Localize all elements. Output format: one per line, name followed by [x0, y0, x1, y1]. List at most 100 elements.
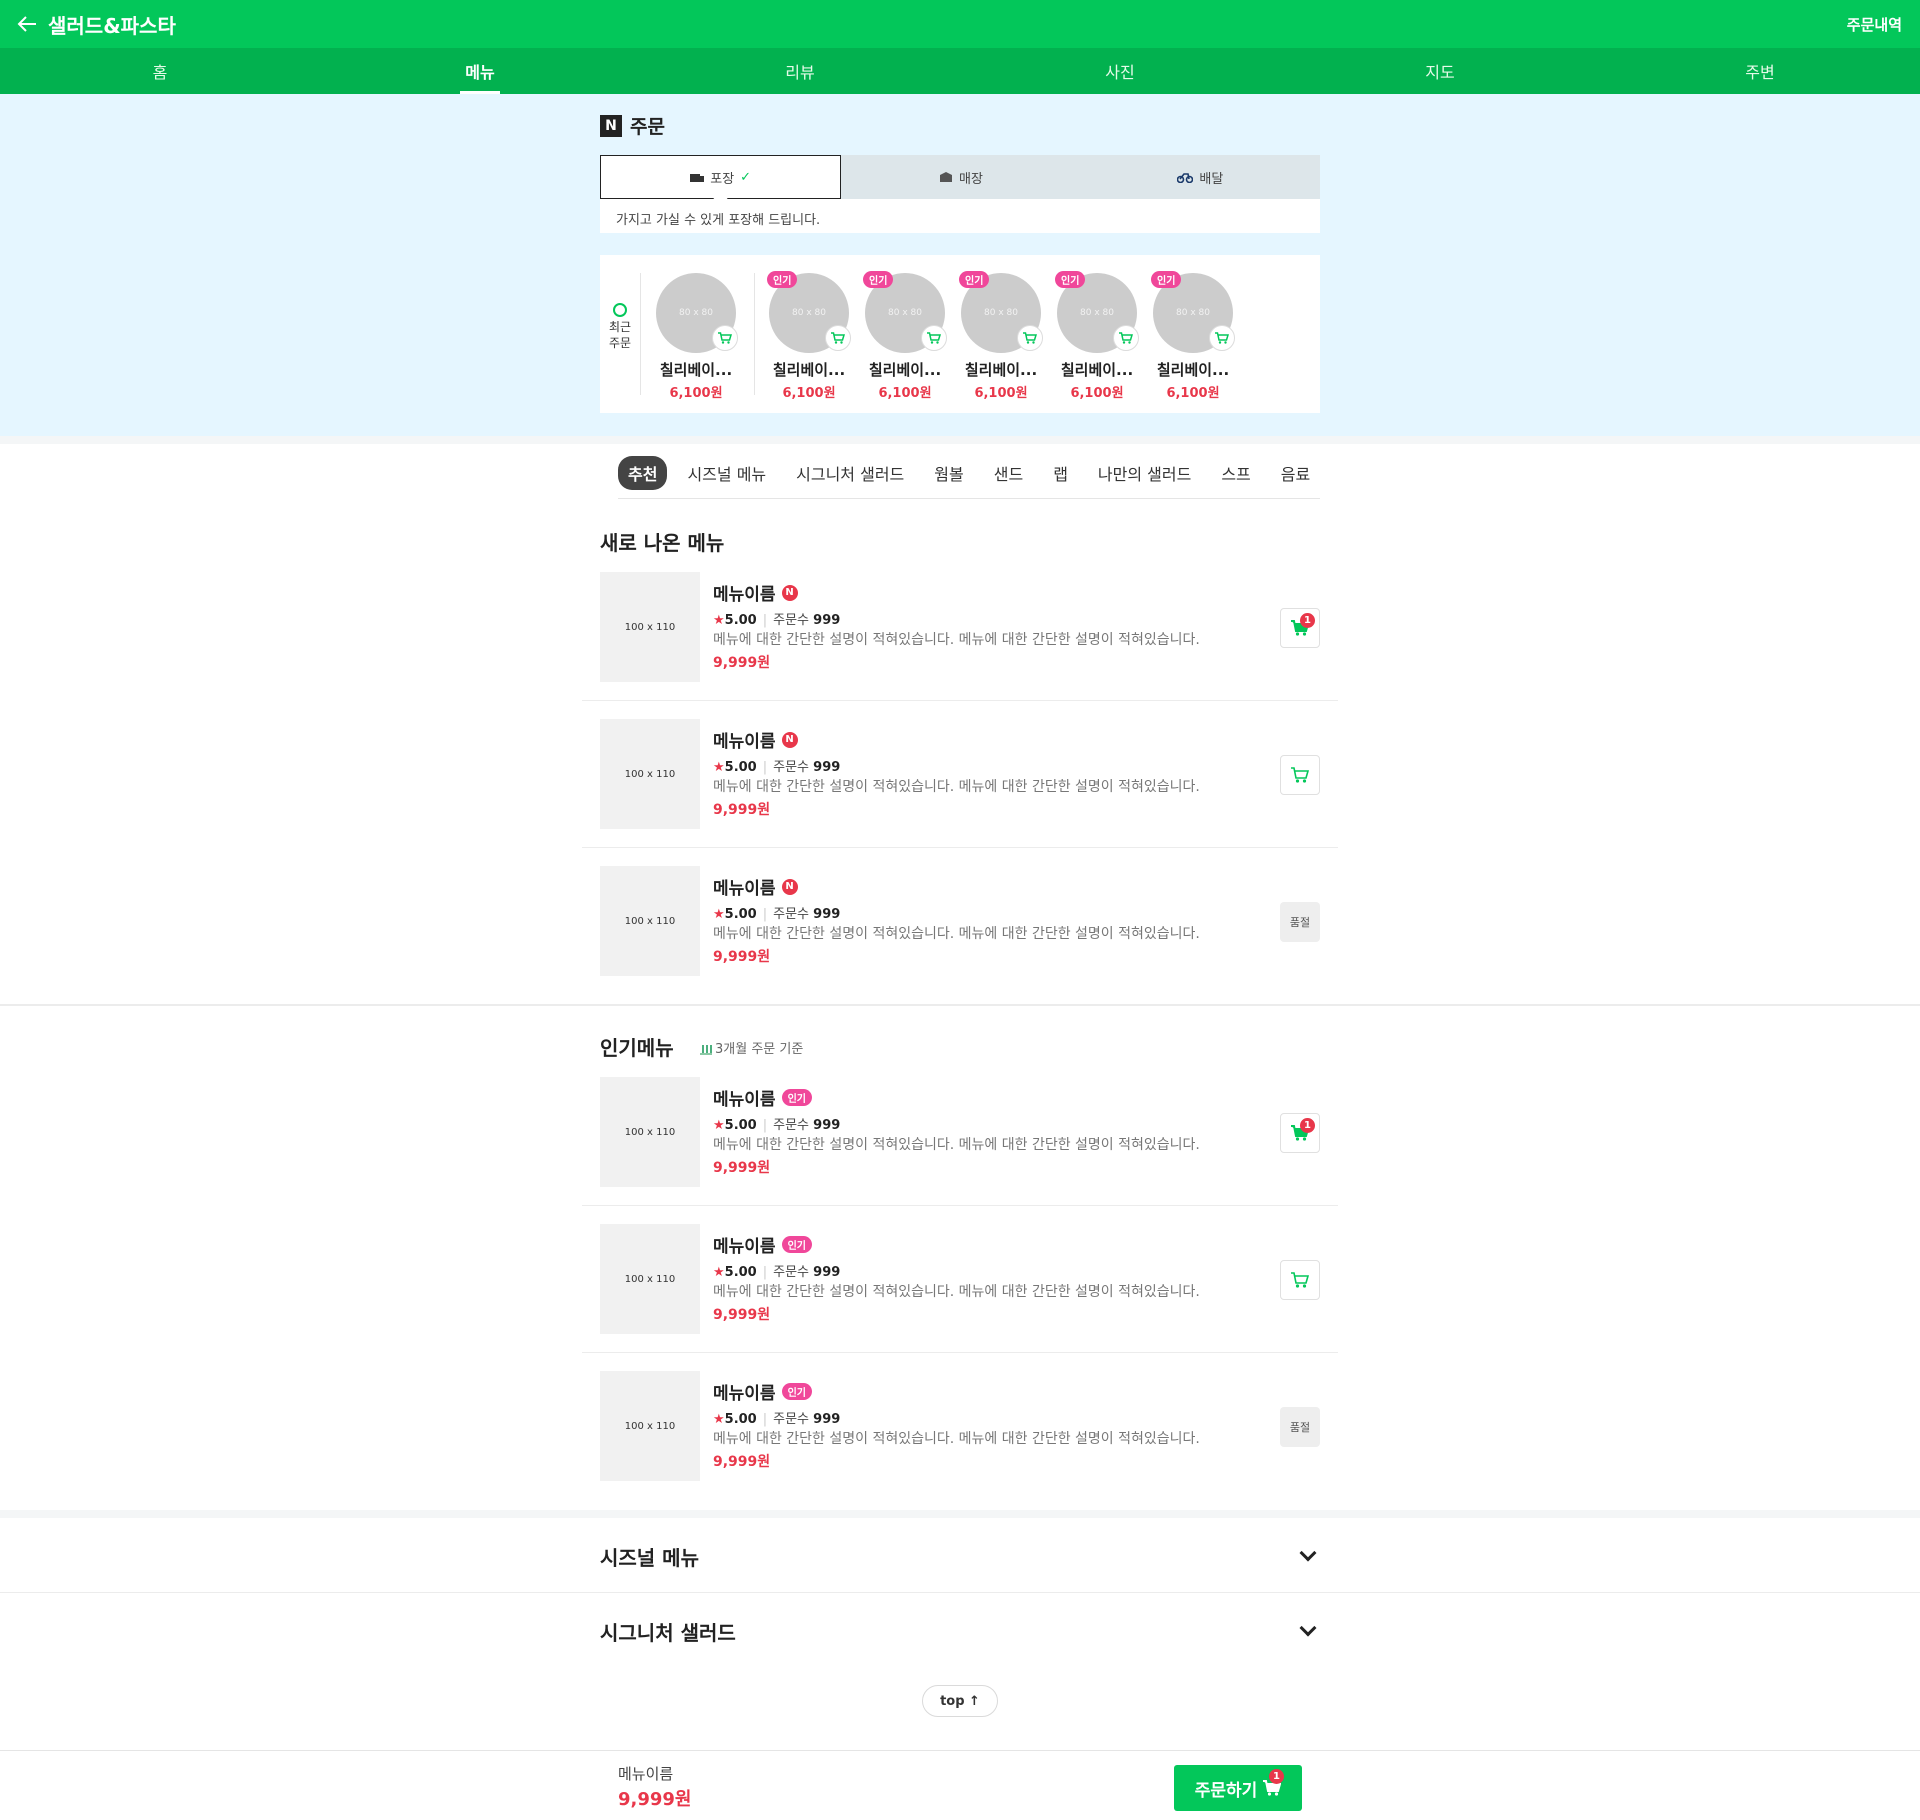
- popular-menu-subtitle: 3개월 주문 기준: [700, 1038, 803, 1057]
- cart-icon: [1291, 1272, 1309, 1288]
- popular-badge: 인기: [781, 1089, 812, 1106]
- menu-item-price: 9,999원: [713, 1454, 771, 1470]
- recent-item[interactable]: 80 x 80 인기 칠리베이... 6,100원: [857, 271, 953, 401]
- order-history-link[interactable]: 주문내역: [1847, 14, 1902, 35]
- order-method-description: 가지고 가실 수 있게 포장해 드립니다.: [600, 199, 1320, 233]
- recent-item[interactable]: 80 x 80 인기 칠리베이... 6,100원: [761, 271, 857, 401]
- add-to-cart-button[interactable]: 1: [1280, 1113, 1320, 1153]
- method-tab-store[interactable]: 매장: [841, 155, 1080, 199]
- method-tab-takeout[interactable]: 포장 ✓: [600, 155, 842, 199]
- method-label-takeout: 포장: [710, 171, 735, 187]
- menu-item[interactable]: 100 x 110 메뉴이름 N ★5.00 | 주문수 999 메뉴에 대한 간단…: [600, 866, 1320, 976]
- recent-item[interactable]: 80 x 80 인기 칠리베이... 6,100원: [953, 271, 1049, 401]
- popular-badge: 인기: [1055, 271, 1086, 288]
- chip-signature-salad[interactable]: 시그니처 샐러드: [786, 456, 914, 490]
- bottom-order-bar: 메뉴이름 9,999원 주문하기 1: [0, 1750, 1920, 1820]
- chip-soup[interactable]: 스프: [1211, 456, 1260, 490]
- menu-item-description: 메뉴에 대한 간단한 설명이 적혀있습니다. 메뉴에 대한 간단한 설명이 적혀…: [713, 1284, 1200, 1300]
- recent-orders: 최근 주문 80 x 80 칠리베이... 6,100원 80 x 80 인기 …: [600, 255, 1320, 413]
- tab-photos[interactable]: 사진: [960, 48, 1280, 94]
- recent-item[interactable]: 80 x 80 인기 칠리베이... 6,100원: [1049, 271, 1145, 401]
- menu-item-description: 메뉴에 대한 간단한 설명이 적혀있습니다. 메뉴에 대한 간단한 설명이 적혀…: [713, 632, 1200, 648]
- add-to-cart-icon[interactable]: [825, 325, 851, 351]
- tab-nearby[interactable]: 주변: [1600, 48, 1920, 94]
- menu-item-price: 9,999원: [713, 655, 771, 671]
- add-to-cart-icon[interactable]: [1209, 325, 1235, 351]
- menu-item-price: 9,999원: [713, 1307, 771, 1323]
- method-label-store: 매장: [959, 171, 983, 187]
- menu-item-description: 메뉴에 대한 간단한 설명이 적혀있습니다. 메뉴에 대한 간단한 설명이 적혀…: [713, 1137, 1200, 1153]
- add-to-cart-icon[interactable]: [921, 325, 947, 351]
- menu-item-name: 메뉴이름 인기: [713, 1085, 812, 1110]
- recent-item-name: 칠리베이...: [772, 361, 846, 379]
- bottom-total-price: 9,999원: [618, 1789, 692, 1810]
- menu-item[interactable]: 100 x 110 메뉴이름 인기 ★5.00 | 주문수 999 메뉴에 대한 간…: [600, 1371, 1320, 1481]
- accordion-signature-salad[interactable]: 시그니처 샐러드: [600, 1616, 1320, 1646]
- recent-item[interactable]: 80 x 80 인기 칠리베이... 6,100원: [1145, 271, 1241, 401]
- recent-divider: [754, 273, 755, 395]
- bar-chart-icon: [700, 1044, 712, 1055]
- menu-item-price: 9,999원: [713, 802, 771, 818]
- page-title: 샐러드&파스타: [48, 13, 176, 38]
- chip-sand[interactable]: 샌드: [984, 456, 1033, 490]
- menu-item[interactable]: 100 x 110 메뉴이름 N ★5.00 | 주문수 999 메뉴에 대한 간단…: [600, 719, 1320, 829]
- row-divider: [582, 700, 1338, 701]
- accordion-title: 시그니처 샐러드: [600, 1620, 736, 1645]
- add-to-cart-button[interactable]: [1280, 755, 1320, 795]
- chip-recommended[interactable]: 추천: [618, 456, 668, 490]
- menu-item[interactable]: 100 x 110 메뉴이름 인기 ★5.00 | 주문수 999 메뉴에 대한 간…: [600, 1224, 1320, 1334]
- menu-item-thumbnail: 100 x 110: [600, 572, 700, 682]
- menu-item-meta: ★5.00 | 주문수 999: [713, 613, 841, 628]
- menu-item-name: 메뉴이름 N: [713, 874, 798, 899]
- sold-out-label: 품절: [1280, 1407, 1320, 1447]
- back-arrow-icon[interactable]: [14, 11, 40, 37]
- tab-map[interactable]: 지도: [1280, 48, 1600, 94]
- main-nav: 홈 메뉴 리뷰 사진 지도 주변: [0, 48, 1920, 94]
- chip-drinks[interactable]: 음료: [1271, 456, 1320, 490]
- delivery-icon: [1177, 173, 1194, 183]
- chip-seasonal[interactable]: 시즈널 메뉴: [677, 456, 776, 490]
- order-heading-label: 주문: [630, 116, 665, 138]
- section-divider: [0, 1004, 1920, 1006]
- menu-item-meta: ★5.00 | 주문수 999: [713, 760, 841, 775]
- add-to-cart-button[interactable]: 1: [1280, 608, 1320, 648]
- popular-badge: 인기: [863, 271, 894, 288]
- store-icon: [940, 172, 953, 182]
- menu-item[interactable]: 100 x 110 메뉴이름 N ★5.00 | 주문수 999 메뉴에 대한 간단…: [600, 572, 1320, 682]
- menu-item-meta: ★5.00 | 주문수 999: [713, 1265, 841, 1280]
- recent-item-price: 6,100원: [669, 386, 723, 401]
- menu-item-meta: ★5.00 | 주문수 999: [713, 907, 841, 922]
- order-button[interactable]: 주문하기 1: [1174, 1765, 1302, 1811]
- menu-item-description: 메뉴에 대한 간단한 설명이 적혀있습니다. 메뉴에 대한 간단한 설명이 적혀…: [713, 926, 1200, 942]
- add-to-cart-icon[interactable]: [1113, 325, 1139, 351]
- menu-item-price: 9,999원: [713, 1160, 771, 1176]
- chip-my-salad[interactable]: 나만의 샐러드: [1088, 456, 1201, 490]
- chevron-down-icon: [1299, 1544, 1317, 1562]
- order-method-tabs: 포장 ✓ 매장 배달: [600, 155, 1320, 199]
- scroll-top-button[interactable]: top ↑: [922, 1685, 998, 1717]
- recent-item-name: 칠리베이...: [868, 361, 942, 379]
- recent-item-name: 칠리베이...: [1060, 361, 1134, 379]
- row-divider: [582, 1352, 1338, 1353]
- chip-warm-bowl[interactable]: 웜볼: [924, 456, 973, 490]
- recent-orders-label: 최근 주문: [606, 303, 634, 351]
- popular-badge: 인기: [781, 1236, 812, 1253]
- menu-item[interactable]: 100 x 110 메뉴이름 인기 ★5.00 | 주문수 999 메뉴에 대한 간…: [600, 1077, 1320, 1187]
- add-to-cart-icon[interactable]: [1017, 325, 1043, 351]
- cart-count-badge: 1: [1269, 1769, 1284, 1784]
- tab-reviews[interactable]: 리뷰: [640, 48, 960, 94]
- add-to-cart-icon[interactable]: [712, 325, 738, 351]
- new-menu-title: 새로 나온 메뉴: [600, 531, 725, 555]
- naver-logo-icon: N: [600, 114, 622, 137]
- menu-item-name: 메뉴이름 N: [713, 580, 798, 605]
- chip-wrap[interactable]: 랩: [1043, 456, 1078, 490]
- tab-home[interactable]: 홈: [0, 48, 320, 94]
- recent-item-price: 6,100원: [1070, 386, 1124, 401]
- tab-menu[interactable]: 메뉴: [320, 48, 640, 94]
- menu-item-description: 메뉴에 대한 간단한 설명이 적혀있습니다. 메뉴에 대한 간단한 설명이 적혀…: [713, 1431, 1200, 1447]
- accordion-seasonal[interactable]: 시즈널 메뉴: [600, 1541, 1320, 1571]
- accordion-divider: [0, 1592, 1920, 1593]
- add-to-cart-button[interactable]: [1280, 1260, 1320, 1300]
- recent-item[interactable]: 80 x 80 칠리베이... 6,100원: [648, 273, 744, 401]
- method-tab-delivery[interactable]: 배달: [1081, 155, 1320, 199]
